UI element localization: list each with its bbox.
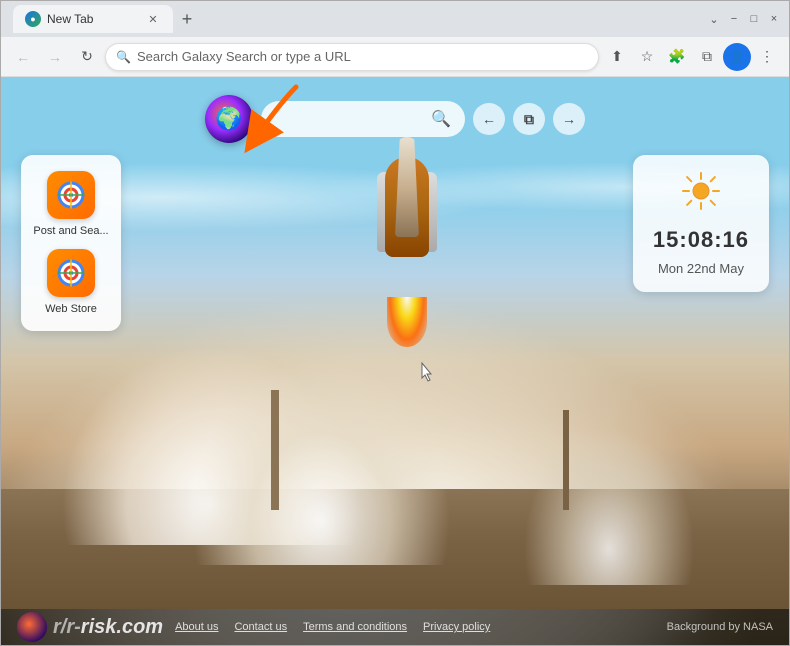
search-forward-button[interactable]: → [553,103,585,135]
page-search-bar: 🌍 🔍 ← ⧉ → [205,95,585,143]
profile-button[interactable]: 👤 [723,43,751,71]
engine-flame [387,297,427,347]
footer-bar: r/r-risk.com About us Contact us Terms a… [1,609,789,645]
back-button[interactable]: ← [9,43,37,71]
toolbar-actions: ⬆ ☆ 🧩 ⧉ 👤 ⋮ [603,43,781,71]
tab-close-button[interactable]: ✕ [145,11,161,27]
tab-favicon: ● [25,11,41,27]
footer-brand-text: r/r-risk.com [53,616,163,639]
tab-search-icon[interactable]: ⧉ [693,43,721,71]
menu-icon[interactable]: ⋮ [753,43,781,71]
shortcuts-panel: Post and Sea... Web Store [21,155,121,331]
maximize-button[interactable]: □ [747,12,761,26]
footer-privacy-link[interactable]: Privacy policy [423,621,490,633]
galaxy-logo: 🌍 [205,95,253,143]
window-controls: ⌄ − □ × [707,12,781,26]
reload-button[interactable]: ↻ [73,43,101,71]
footer-links: About us Contact us Terms and conditions… [175,621,490,633]
web-store-icon [47,249,95,297]
forward-button[interactable]: → [41,43,69,71]
shortcut-post-and-search[interactable]: Post and Sea... [33,171,109,237]
clock-widget: 15:08:16 Mon 22nd May [633,155,769,292]
footer-contact-link[interactable]: Contact us [234,621,287,633]
search-input-container[interactable]: 🔍 [261,101,465,137]
launch-structure-right [563,410,569,510]
tab-title: New Tab [47,12,93,26]
extensions-icon[interactable]: 🧩 [663,43,691,71]
address-text: Search Galaxy Search or type a URL [137,49,588,64]
search-navigation-buttons: ← ⧉ → [473,103,585,135]
smoke-cloud-center [181,345,461,565]
shortcut-web-store[interactable]: Web Store [33,249,109,315]
new-tab-button[interactable]: + [173,5,201,33]
launch-structure-left [271,390,279,510]
chevron-down-icon[interactable]: ⌄ [707,12,721,26]
weather-sun-icon [681,171,721,219]
bookmark-icon[interactable]: ☆ [633,43,661,71]
space-shuttle [377,137,437,317]
footer-about-link[interactable]: About us [175,621,218,633]
post-and-search-label: Post and Sea... [33,225,108,237]
search-icon: 🔍 [116,50,131,64]
content-area: 🌍 🔍 ← ⧉ → [1,77,789,645]
search-submit-icon[interactable]: 🔍 [431,109,451,129]
clock-date: Mon 22nd May [658,261,744,276]
tab-bar: ● New Tab ✕ + [9,5,703,33]
footer-planet-icon [17,612,47,642]
footer-terms-link[interactable]: Terms and conditions [303,621,407,633]
title-bar: ● New Tab ✕ + ⌄ − □ × [1,1,789,37]
post-and-search-icon [47,171,95,219]
search-gallery-button[interactable]: ⧉ [513,103,545,135]
search-back-button[interactable]: ← [473,103,505,135]
browser-toolbar: ← → ↻ 🔍 Search Galaxy Search or type a U… [1,37,789,77]
orbiter-body [395,137,419,237]
active-tab[interactable]: ● New Tab ✕ [13,5,173,33]
footer-logo: r/r-risk.com [17,612,163,642]
browser-window: ● New Tab ✕ + ⌄ − □ × ← → ↻ 🔍 Search Gal… [0,0,790,646]
footer-bg-credit: Background by NASA [667,621,773,633]
web-store-label: Web Store [45,303,97,315]
address-bar[interactable]: 🔍 Search Galaxy Search or type a URL [105,43,599,71]
share-icon[interactable]: ⬆ [603,43,631,71]
smoke-cloud-right [509,405,709,585]
minimize-button[interactable]: − [727,12,741,26]
close-button[interactable]: × [767,12,781,26]
clock-time: 15:08:16 [653,227,749,253]
